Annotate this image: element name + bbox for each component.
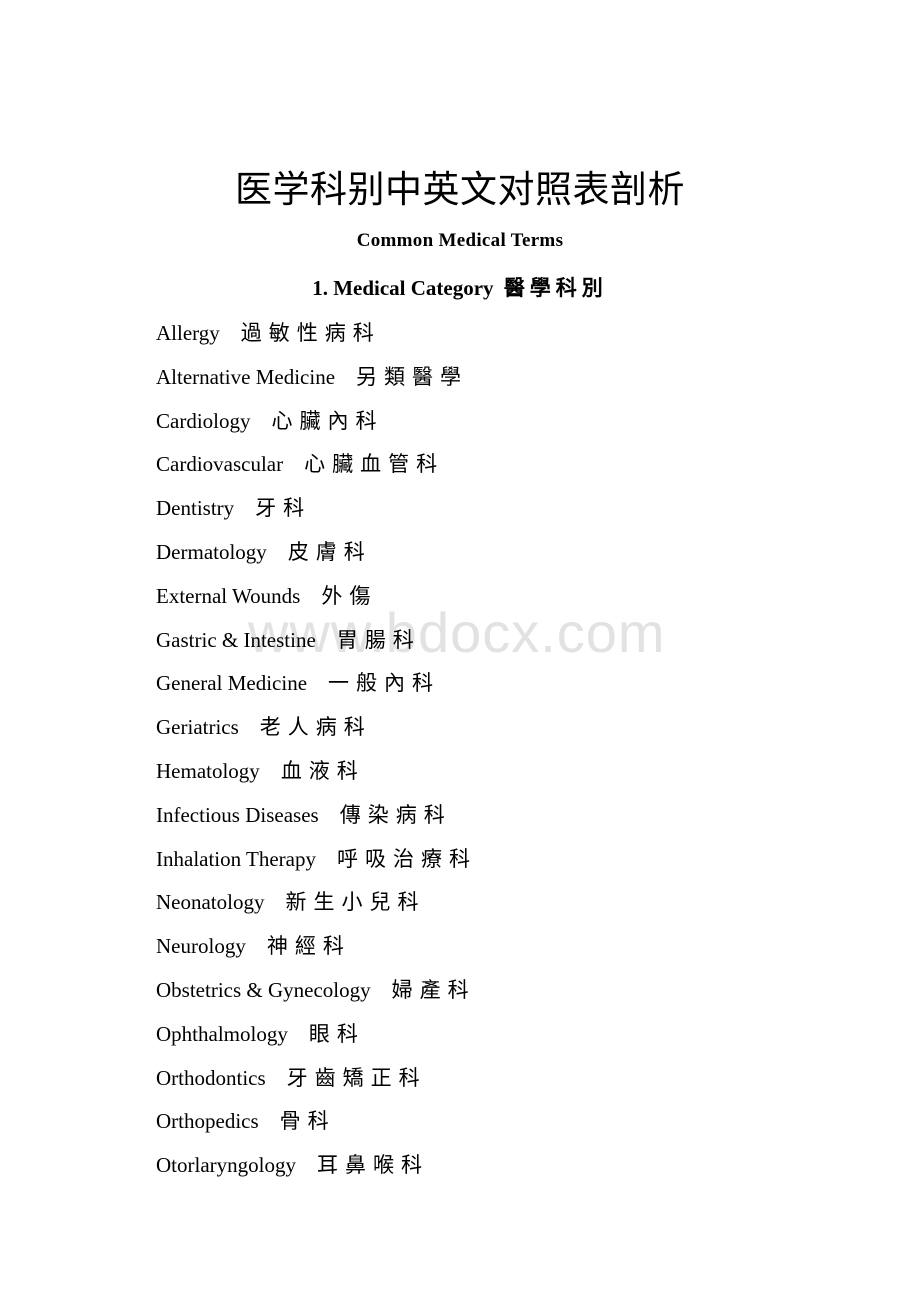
term-row: Neurology 神經科 (156, 925, 876, 969)
term-chinese: 神經科 (266, 934, 351, 959)
term-row: Otorlaryngology 耳鼻喉科 (156, 1144, 876, 1188)
term-chinese: 心臟血管科 (304, 452, 445, 477)
term-row: Neonatology 新生小兒科 (156, 881, 876, 925)
term-chinese: 新生小兒科 (285, 890, 426, 915)
term-row: Ophthalmology 眼科 (156, 1013, 876, 1057)
term-chinese: 老人病科 (259, 715, 372, 740)
term-chinese: 胃腸科 (336, 627, 421, 652)
term-english: Geriatrics (156, 715, 239, 740)
term-row: Cardiovascular 心臟血管科 (156, 443, 876, 487)
term-row: Allergy 過敏性病科 (156, 312, 876, 356)
term-chinese: 骨科 (279, 1109, 336, 1134)
term-row: Orthodontics 牙齒矯正科 (156, 1057, 876, 1101)
term-english: Orthodontics (156, 1065, 266, 1090)
document-subtitle: Common Medical Terms (356, 230, 564, 251)
term-english: Alternative Medicine (156, 364, 336, 389)
term-row: External Wounds 外傷 (156, 575, 876, 619)
term-chinese: 傳染病科 (339, 802, 452, 827)
section-heading: 1. Medical Category 醫學科別 (0, 272, 920, 302)
term-chinese: 呼吸治療科 (336, 846, 477, 871)
term-chinese: 另類醫學 (356, 364, 469, 389)
term-row: Inhalation Therapy 呼吸治療科 (156, 838, 876, 882)
term-english: Cardiovascular (156, 452, 284, 477)
term-english: Obstetrics & Gynecology (156, 977, 371, 1002)
term-row: Infectious Diseases 傳染病科 (156, 794, 876, 838)
term-chinese: 牙科 (255, 496, 312, 521)
term-chinese: 皮膚科 (287, 539, 372, 564)
term-row: Dentistry 牙科 (156, 487, 876, 531)
term-english: Neonatology (156, 890, 265, 915)
term-chinese: 眼科 (308, 1021, 365, 1046)
term-english: External Wounds (156, 583, 301, 608)
section-heading-cn: 醫學科別 (503, 276, 608, 300)
term-english: Dentistry (156, 496, 235, 521)
term-row: Alternative Medicine 另類醫學 (156, 356, 876, 400)
term-row: Geriatrics 老人病科 (156, 706, 876, 750)
term-english: Otorlaryngology (156, 1153, 296, 1178)
term-english: Dermatology (156, 539, 267, 564)
term-chinese: 耳鼻喉科 (316, 1153, 429, 1178)
term-chinese: 過敏性病科 (240, 321, 381, 345)
section-heading-en: 1. Medical Category (312, 276, 494, 300)
term-english: Cardiology (156, 408, 251, 433)
term-english: Gastric & Intestine (156, 627, 316, 652)
term-chinese: 牙齒矯正科 (286, 1065, 427, 1090)
term-english: Inhalation Therapy (156, 846, 316, 871)
term-row: Hematology 血液科 (156, 750, 876, 794)
term-row: Obstetrics & Gynecology 婦產科 (156, 969, 876, 1013)
term-english: Allergy (156, 321, 220, 345)
term-english: Infectious Diseases (156, 802, 319, 827)
document-page: www.bdocx.com 医学科别中英文对照表剖析 Common Medica… (0, 0, 920, 1302)
term-row: Cardiology 心臟內科 (156, 400, 876, 444)
term-english: Hematology (156, 758, 260, 783)
term-english: Neurology (156, 934, 246, 959)
term-chinese: 婦產科 (391, 977, 476, 1002)
term-chinese: 一般內科 (328, 671, 441, 696)
term-chinese: 心臟內科 (271, 408, 384, 433)
term-english: General Medicine (156, 671, 308, 696)
medical-category-list: Allergy 過敏性病科 Alternative Medicine 另類醫學 Card… (156, 312, 876, 1188)
term-row: Orthopedics 骨科 (156, 1100, 876, 1144)
term-row: General Medicine 一般內科 (156, 662, 876, 706)
term-chinese: 外傷 (321, 583, 378, 608)
term-english: Orthopedics (156, 1109, 259, 1134)
term-row: Dermatology 皮膚科 (156, 531, 876, 575)
term-chinese: 血液科 (280, 758, 365, 783)
page-title: 医学科别中英文对照表剖析 (235, 169, 685, 211)
term-row: Gastric & Intestine 胃腸科 (156, 619, 876, 663)
term-english: Ophthalmology (156, 1021, 288, 1046)
